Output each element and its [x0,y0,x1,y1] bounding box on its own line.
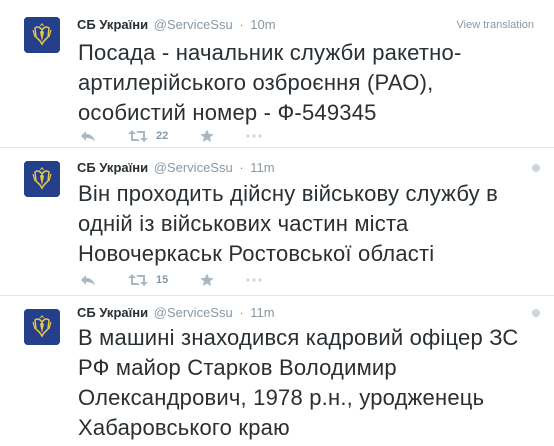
expand-dot-icon[interactable] [532,309,540,317]
view-translation-link[interactable]: View translation [457,16,534,34]
tweet[interactable]: СБ України @ServiceSsu · 11m В машині зн… [0,296,554,446]
favorite-button[interactable] [200,273,214,287]
author-name[interactable]: СБ України [77,305,148,320]
ssu-emblem-icon [24,309,60,345]
tweet-text: Посада - начальник служби ракетно-артиле… [78,40,462,125]
avatar[interactable] [24,309,60,345]
favorite-icon [200,129,214,142]
tweet-header: СБ України @ServiceSsu · 11m [77,159,275,177]
more-button[interactable] [246,278,262,282]
timestamp[interactable]: 11m [250,160,274,175]
separator: · [239,160,244,175]
author-handle[interactable]: @ServiceSsu [154,17,233,32]
favorite-button[interactable] [200,129,214,143]
tweet-text: Він проходить дійсну військову службу в … [78,181,499,266]
more-icon [246,134,262,138]
tweet-actions: 22 [80,126,294,146]
timeline: СБ України @ServiceSsu · 10m View transl… [0,0,554,446]
avatar[interactable] [24,17,60,53]
timestamp[interactable]: 11m [250,305,274,320]
tweet-text: В машині знаходився кадровий офіцер ЗС Р… [78,325,519,440]
ssu-emblem-icon [24,17,60,53]
tweet[interactable]: СБ України @ServiceSsu · 10m View transl… [0,0,554,148]
tweet-header: СБ України @ServiceSsu · 10m [77,16,276,34]
author-name[interactable]: СБ України [77,160,148,175]
reply-icon [81,275,95,286]
timestamp[interactable]: 10m [250,17,275,32]
avatar[interactable] [24,161,60,197]
reply-button[interactable] [80,273,96,287]
tweet[interactable]: СБ України @ServiceSsu · 11m Він проходи… [0,148,554,296]
retweet-button[interactable]: 22 [128,129,168,143]
tweet-actions: 15 [80,270,294,290]
favorite-icon [200,273,214,286]
author-handle[interactable]: @ServiceSsu [154,160,233,175]
more-button[interactable] [246,134,262,138]
separator: · [239,17,244,32]
author-name[interactable]: СБ України [77,17,148,32]
retweet-button[interactable]: 15 [128,273,168,287]
tweet-header: СБ України @ServiceSsu · 11m [77,304,275,322]
reply-button[interactable] [80,129,96,143]
retweet-count: 15 [156,274,169,286]
more-icon [246,278,262,282]
author-handle[interactable]: @ServiceSsu [154,305,233,320]
retweet-icon [128,274,148,286]
expand-dot-icon[interactable] [532,164,540,172]
separator: · [239,305,244,320]
retweet-icon [128,130,148,142]
retweet-count: 22 [156,130,169,142]
reply-icon [81,131,95,142]
ssu-emblem-icon [24,161,60,197]
